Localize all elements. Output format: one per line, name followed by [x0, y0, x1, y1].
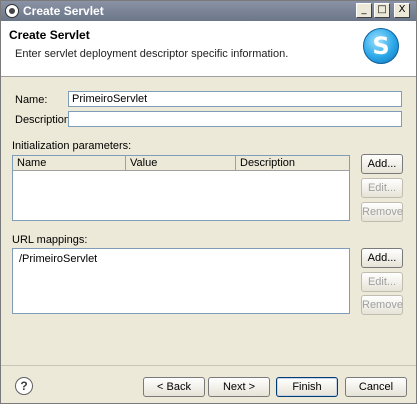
column-header-value[interactable]: Value	[126, 156, 236, 171]
url-mappings-remove-button[interactable]: Remove	[361, 295, 403, 315]
header-banner: Create Servlet Enter servlet deployment …	[1, 21, 416, 77]
title-bar[interactable]: Create Servlet _ □ X	[1, 1, 416, 21]
init-params-header: Name Value Description	[13, 156, 349, 171]
init-params-table[interactable]: Name Value Description	[12, 155, 350, 221]
name-label: Name:	[15, 94, 48, 106]
window-title: Create Servlet	[23, 4, 104, 18]
back-button[interactable]: < Back	[143, 377, 205, 397]
create-servlet-dialog: Create Servlet _ □ X Create Servlet Ente…	[0, 0, 417, 404]
init-params-remove-button[interactable]: Remove	[361, 202, 403, 222]
list-item[interactable]: /PrimeiroServlet	[19, 253, 97, 265]
column-header-description[interactable]: Description	[236, 156, 349, 171]
page-description: Enter servlet deployment descriptor spec…	[15, 48, 289, 60]
footer-divider	[1, 365, 416, 366]
close-button[interactable]: X	[394, 3, 410, 18]
eclipse-icon	[5, 4, 19, 18]
url-mappings-add-button[interactable]: Add...	[361, 248, 403, 268]
servlet-logo-icon: S	[363, 28, 399, 64]
next-button[interactable]: Next >	[208, 377, 270, 397]
minimize-button[interactable]: _	[356, 3, 372, 18]
url-mappings-list[interactable]: /PrimeiroServlet	[12, 248, 350, 314]
maximize-button[interactable]: □	[374, 3, 390, 18]
init-params-add-button[interactable]: Add...	[361, 154, 403, 174]
finish-button[interactable]: Finish	[276, 377, 338, 397]
name-field[interactable]: PrimeiroServlet	[68, 91, 402, 107]
description-field[interactable]	[68, 111, 402, 127]
column-header-name[interactable]: Name	[13, 156, 126, 171]
init-params-edit-button[interactable]: Edit...	[361, 178, 403, 198]
url-mappings-edit-button[interactable]: Edit...	[361, 272, 403, 292]
page-title: Create Servlet	[9, 28, 90, 42]
description-label: Description:	[15, 114, 74, 126]
url-mappings-label: URL mappings:	[12, 234, 88, 246]
help-icon[interactable]: ?	[15, 377, 33, 395]
init-params-label: Initialization parameters:	[12, 140, 132, 152]
cancel-button[interactable]: Cancel	[345, 377, 407, 397]
